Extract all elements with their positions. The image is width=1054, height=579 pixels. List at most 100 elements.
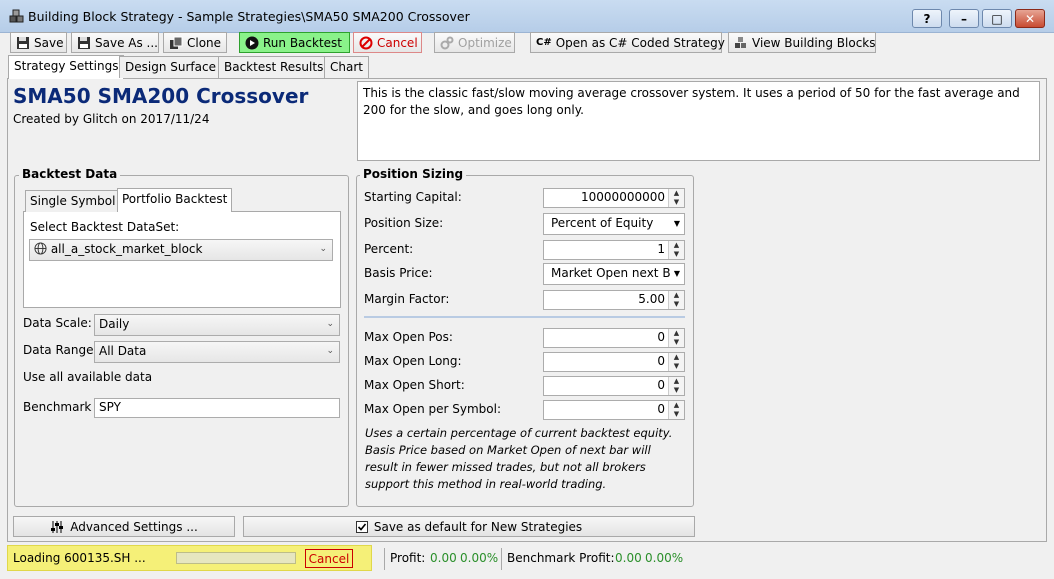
tab-single-symbol[interactable]: Single Symbol (25, 190, 121, 212)
max-open-pos-value: 0 (657, 330, 665, 344)
floppy-icon (78, 36, 90, 49)
profit-label: Profit: (390, 551, 426, 565)
help-button[interactable]: ? (912, 9, 942, 28)
percent-input[interactable]: 1 ▲ ▼ (543, 240, 685, 260)
run-backtest-label: Run Backtest (263, 35, 343, 50)
benchmark-input[interactable]: SPY (94, 398, 340, 418)
view-building-blocks-button[interactable]: View Building Blocks (728, 32, 876, 53)
view-building-blocks-label: View Building Blocks (752, 35, 876, 50)
clone-button[interactable]: Clone (163, 32, 227, 53)
spinner[interactable]: ▲ ▼ (668, 329, 684, 347)
strategy-author: Created by Glitch on 2017/11/24 (13, 112, 210, 126)
save-as-button[interactable]: Save As ... (71, 32, 159, 53)
blocks-icon (735, 36, 746, 48)
max-open-pos-input[interactable]: 0 ▲ ▼ (543, 328, 685, 348)
loading-progress-bar (176, 552, 296, 564)
max-open-per-symbol-label: Max Open per Symbol: (364, 402, 501, 416)
spin-down-icon[interactable]: ▼ (669, 300, 684, 309)
data-scale-select[interactable]: Daily ⌄ (94, 314, 340, 336)
data-range-note: Use all available data (23, 370, 153, 384)
tab-design-surface[interactable]: Design Surface (119, 56, 222, 78)
blocks-icon (9, 9, 25, 25)
spin-down-icon[interactable]: ▼ (669, 362, 684, 371)
open-csharp-button[interactable]: C# Open as C# Coded Strategy (530, 32, 725, 53)
position-sizing-note: Uses a certain percentage of current bac… (365, 426, 673, 491)
minimize-button[interactable]: – (949, 9, 979, 28)
spinner[interactable]: ▲ ▼ (668, 401, 684, 419)
spinner[interactable]: ▲ ▼ (668, 291, 684, 309)
cancel-button[interactable]: Cancel (353, 32, 422, 53)
spin-down-icon[interactable]: ▼ (669, 198, 684, 207)
spin-down-icon[interactable]: ▼ (669, 386, 684, 395)
basis-price-select[interactable]: Market Open next B ▼ (543, 263, 685, 285)
max-open-pos-label: Max Open Pos: (364, 330, 453, 344)
percent-label: Percent: (364, 242, 414, 256)
spin-up-icon[interactable]: ▲ (669, 241, 684, 250)
starting-capital-input[interactable]: 10000000000 ▲ ▼ (543, 188, 685, 208)
spin-down-icon[interactable]: ▼ (669, 250, 684, 259)
advanced-settings-button[interactable]: Advanced Settings ... (13, 516, 235, 537)
strategy-title: SMA50 SMA200 Crossover (13, 84, 309, 108)
data-range-select[interactable]: All Data ⌄ (94, 341, 340, 363)
optimize-button[interactable]: Optimize (434, 32, 515, 53)
open-csharp-label: Open as C# Coded Strategy (555, 35, 725, 50)
tab-backtest-results[interactable]: Backtest Results (218, 56, 330, 78)
spinner[interactable]: ▲ ▼ (668, 241, 684, 259)
description-textbox[interactable]: This is the classic fast/slow moving ave… (357, 81, 1040, 161)
divider (364, 316, 685, 318)
optimize-button-label: Optimize (458, 35, 512, 50)
advanced-settings-label: Advanced Settings ... (70, 519, 198, 534)
clone-icon (170, 36, 183, 49)
status-separator (501, 548, 502, 570)
save-button[interactable]: Save (10, 32, 67, 53)
margin-factor-label: Margin Factor: (364, 292, 450, 306)
spin-up-icon[interactable]: ▲ (669, 189, 684, 198)
max-open-per-symbol-input[interactable]: 0 ▲ ▼ (543, 400, 685, 420)
spin-down-icon[interactable]: ▼ (669, 338, 684, 347)
run-backtest-button[interactable]: Run Backtest (239, 32, 350, 53)
spin-up-icon[interactable]: ▲ (669, 329, 684, 338)
benchmark-profit-percent: 0.00% (645, 551, 684, 565)
checkbox-icon[interactable] (355, 520, 368, 533)
position-size-select[interactable]: Percent of Equity ▼ (543, 213, 685, 235)
spinner[interactable]: ▲ ▼ (668, 353, 684, 371)
globe-icon (34, 242, 47, 255)
data-range-label: Data Range (23, 343, 94, 357)
save-as-default-button[interactable]: Save as default for New Strategies (243, 516, 695, 537)
data-scale-value: Daily (99, 317, 130, 331)
chevron-down-icon: ⌄ (326, 346, 334, 356)
save-button-label: Save (34, 35, 64, 50)
spinner[interactable]: ▲ ▼ (668, 377, 684, 395)
max-open-per-symbol-value: 0 (657, 402, 665, 416)
spin-down-icon[interactable]: ▼ (669, 410, 684, 419)
chevron-down-icon: ⌄ (319, 244, 327, 254)
margin-factor-value: 5.00 (638, 292, 665, 306)
chevron-down-icon: ▼ (673, 219, 680, 228)
max-open-short-input[interactable]: 0 ▲ ▼ (543, 376, 685, 396)
spinner[interactable]: ▲ ▼ (668, 189, 684, 207)
max-open-long-label: Max Open Long: (364, 354, 462, 368)
save-as-button-label: Save As ... (95, 35, 158, 50)
benchmark-label: Benchmark (23, 400, 92, 414)
data-range-value: All Data (99, 344, 147, 358)
dataset-select[interactable]: all_a_stock_market_block ⌄ (29, 239, 333, 261)
tab-portfolio-backtest[interactable]: Portfolio Backtest (117, 188, 233, 212)
spin-up-icon[interactable]: ▲ (669, 401, 684, 410)
percent-value: 1 (657, 242, 665, 256)
status-cancel-button[interactable]: Cancel (305, 549, 353, 568)
spin-up-icon[interactable]: ▲ (669, 353, 684, 362)
max-open-long-input[interactable]: 0 ▲ ▼ (543, 352, 685, 372)
close-button[interactable]: ✕ (1015, 9, 1045, 28)
window-title: Building Block Strategy - Sample Strateg… (28, 9, 470, 24)
tab-chart[interactable]: Chart (324, 56, 369, 78)
no-entry-icon (359, 36, 373, 49)
sliders-icon (51, 520, 64, 533)
benchmark-profit-value: 0.00 (615, 551, 642, 565)
spin-up-icon[interactable]: ▲ (669, 291, 684, 300)
margin-factor-input[interactable]: 5.00 ▲ ▼ (543, 290, 685, 310)
tab-strategy-settings[interactable]: Strategy Settings (8, 55, 125, 79)
maximize-button[interactable]: □ (982, 9, 1012, 28)
starting-capital-label: Starting Capital: (364, 190, 462, 204)
spin-up-icon[interactable]: ▲ (669, 377, 684, 386)
position-size-label: Position Size: (364, 216, 444, 230)
